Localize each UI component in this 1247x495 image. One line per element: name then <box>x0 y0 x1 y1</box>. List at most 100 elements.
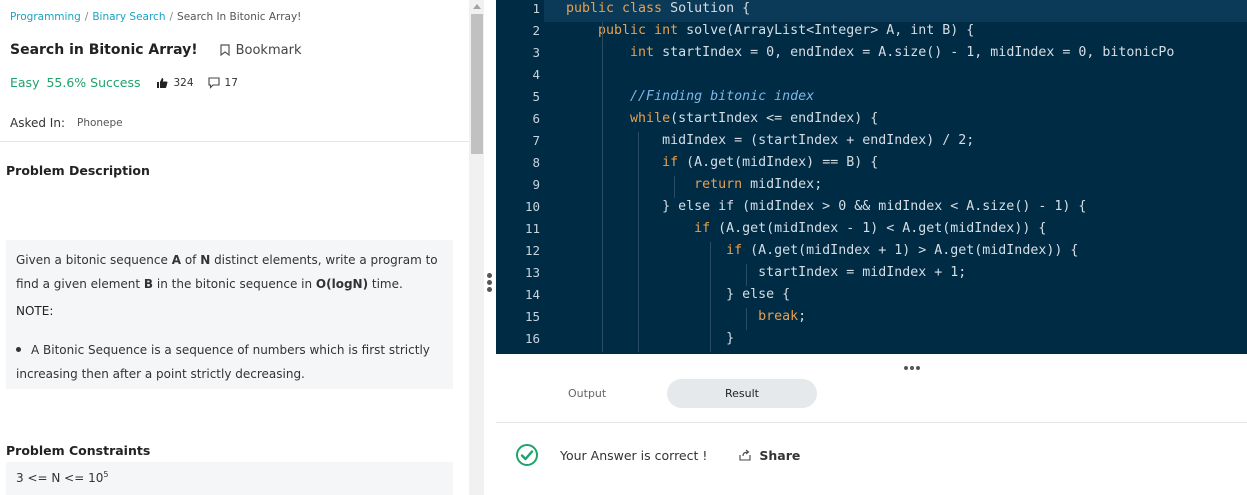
line-number: 10 <box>524 199 540 214</box>
bookmark-label: Bookmark <box>235 42 302 58</box>
comment-count: 17 <box>224 76 238 89</box>
share-button[interactable]: Share <box>739 448 800 463</box>
line-number: 6 <box>532 111 540 126</box>
breadcrumb-separator: / <box>84 11 89 23</box>
drag-dot <box>487 273 492 278</box>
tab-result[interactable]: Result <box>667 379 817 408</box>
like-button[interactable]: 324 <box>156 76 194 89</box>
drag-dot <box>487 280 492 285</box>
code-line[interactable]: } else { <box>566 287 790 302</box>
indent-guide <box>710 242 711 352</box>
description-fragment: time. <box>368 277 403 291</box>
left-scrollbar-thumb[interactable] <box>471 14 483 154</box>
code-keyword: public class <box>566 1 663 16</box>
code-line[interactable]: while(startIndex <= endIndex) { <box>566 111 878 126</box>
page-title: Search in Bitonic Array! <box>10 42 198 58</box>
success-rate: 55.6% Success <box>46 75 141 90</box>
code-keyword: break <box>758 309 799 324</box>
thumbs-up-icon <box>157 77 168 88</box>
constraint-base: 3 <= N <= 10 <box>16 471 104 485</box>
bookmark-icon <box>220 44 230 56</box>
line-number: 15 <box>524 309 540 324</box>
line-number: 8 <box>532 155 540 170</box>
result-row: Your Answer is correct ! Share <box>515 443 800 467</box>
check-circle-icon <box>516 444 538 466</box>
code-keyword: public int <box>598 23 679 38</box>
scroll-up-arrow-icon[interactable] <box>473 4 481 9</box>
title-row: Search in Bitonic Array! Bookmark <box>10 42 301 58</box>
description-fragment: in the bitonic sequence in <box>153 277 316 291</box>
line-number: 14 <box>524 287 540 302</box>
company-tag[interactable]: Phonepe <box>77 117 123 129</box>
asked-in-row: Asked In: Phonepe <box>10 116 123 130</box>
line-number: 9 <box>532 177 540 192</box>
code-line[interactable]: midIndex = (startIndex + endIndex) / 2; <box>566 133 974 148</box>
bullet-dot <box>16 347 21 352</box>
code-line[interactable]: startIndex = midIndex + 1; <box>566 265 966 280</box>
line-number: 2 <box>532 23 540 38</box>
code-line[interactable]: //Finding bitonic index <box>566 89 814 104</box>
like-count: 324 <box>173 76 194 89</box>
indent-guide <box>638 132 639 352</box>
indent-guide <box>746 308 747 330</box>
line-number: 13 <box>524 265 540 280</box>
line-number: 7 <box>532 133 540 148</box>
problem-constraints-heading: Problem Constraints <box>6 443 151 458</box>
problem-panel: Programming / Binary Search / Search In Bito… <box>0 0 469 495</box>
indent-guide <box>602 22 603 352</box>
breadcrumb-separator: / <box>169 11 174 23</box>
problem-description-heading: Problem Description <box>6 163 150 178</box>
breadcrumb-current: Search In Bitonic Array! <box>177 11 302 23</box>
code-keyword: return <box>694 177 743 192</box>
line-number: 16 <box>524 331 540 346</box>
code-line[interactable]: } <box>566 331 734 346</box>
comment-button[interactable]: 17 <box>207 76 238 89</box>
code-keyword: int <box>630 45 655 60</box>
code-line[interactable]: return midIndex; <box>566 177 822 192</box>
divider <box>496 422 1247 423</box>
constraint-exponent: 5 <box>103 470 109 479</box>
panel-resize-handle[interactable] <box>487 273 493 294</box>
drag-dot <box>904 366 908 370</box>
line-number: 3 <box>532 45 540 60</box>
share-icon <box>739 449 751 461</box>
code-editor[interactable]: 1 2 3 4 5 6 7 8 9 10 11 12 13 14 15 16 public class Sol… <box>496 0 1247 354</box>
code-keyword: if <box>726 243 743 258</box>
description-var-a: A <box>171 253 181 267</box>
description-fragment: of <box>181 253 201 267</box>
divider <box>0 141 469 142</box>
breadcrumb: Programming / Binary Search / Search In Bito… <box>10 11 301 23</box>
code-comment: //Finding bitonic index <box>630 89 815 104</box>
code-line[interactable]: if (A.get(midIndex + 1) > A.get(midIndex… <box>566 243 1078 258</box>
description-text: Given a bitonic sequence A of N distinct… <box>16 248 446 296</box>
code-line[interactable]: } else if (midIndex > 0 && midIndex < A.… <box>566 199 1086 214</box>
asked-in-label: Asked In: <box>10 116 65 130</box>
constraint-line: 3 <= N <= 105 <box>16 470 108 485</box>
result-message: Your Answer is correct ! <box>560 447 708 463</box>
code-line[interactable]: if (A.get(midIndex) == B) { <box>566 155 878 170</box>
editor-resize-handle[interactable] <box>904 355 930 370</box>
code-keyword: while <box>630 111 671 126</box>
drag-dot <box>916 366 920 370</box>
breadcrumb-programming[interactable]: Programming <box>10 11 81 23</box>
line-number: 11 <box>524 221 540 236</box>
code-keyword: if <box>662 155 679 170</box>
code-line[interactable]: public class Solution { <box>566 1 750 16</box>
code-line[interactable]: int startIndex = 0, endIndex = A.size() … <box>566 45 1174 60</box>
constraints-box: 3 <= N <= 105 <box>6 462 453 495</box>
drag-dot <box>487 287 492 292</box>
breadcrumb-binary-search[interactable]: Binary Search <box>92 11 165 23</box>
drag-dot <box>910 366 914 370</box>
line-number: 4 <box>532 67 540 82</box>
note-label: NOTE: <box>16 304 54 318</box>
indent-guide <box>674 176 675 198</box>
note-bullet: A Bitonic Sequence is a sequence of numb… <box>16 338 436 386</box>
code-line[interactable]: public int solve(ArrayList<Integer> A, i… <box>566 23 974 38</box>
tab-output[interactable]: Output <box>568 387 606 400</box>
comment-icon <box>207 76 220 89</box>
bullet-text: A Bitonic Sequence is a sequence of numb… <box>16 343 430 381</box>
line-number: 1 <box>532 1 540 16</box>
bookmark-button[interactable]: Bookmark <box>220 42 302 58</box>
description-var-n: N <box>200 253 211 267</box>
meta-row: Easy 55.6% Success 324 17 <box>10 75 238 90</box>
